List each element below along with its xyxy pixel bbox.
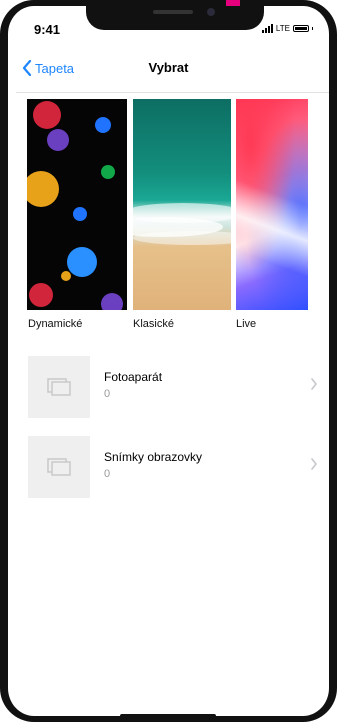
bokeh-dot [101, 293, 123, 310]
battery-nub [312, 27, 313, 30]
album-name: Fotoaparát [104, 370, 163, 384]
wave-foam [133, 231, 231, 245]
bokeh-dot [95, 117, 111, 133]
album-thumbnail [28, 356, 90, 418]
brand-tab [226, 0, 240, 6]
category-label-classic: Klasické [133, 318, 174, 330]
bokeh-dot [47, 129, 69, 151]
bokeh-dot [73, 207, 87, 221]
bokeh-dot [27, 171, 59, 207]
page-title: Vybrat [148, 60, 189, 75]
nav-divider [16, 92, 329, 93]
bokeh-dot [61, 271, 71, 281]
bokeh-dot [33, 101, 61, 129]
signal-icon [261, 24, 273, 33]
bokeh-dot [67, 247, 97, 277]
chevron-right-icon [311, 458, 317, 470]
network-type: LTE [275, 24, 290, 33]
photo-stack-icon [47, 378, 71, 396]
home-indicator[interactable] [120, 714, 216, 718]
chevron-right-icon [311, 378, 317, 390]
battery-icon [293, 25, 309, 32]
navigation-bar: Tapeta Vybrat [0, 58, 337, 82]
category-classic-thumbnail[interactable] [133, 99, 231, 310]
speaker [153, 10, 193, 14]
front-camera [207, 8, 215, 16]
album-row-camera[interactable]: Fotoaparát 0 [28, 356, 318, 418]
album-count: 0 [104, 468, 111, 480]
bokeh-dot [29, 283, 53, 307]
album-name: Snímky obrazovky [104, 450, 203, 464]
bokeh-dot [101, 165, 115, 179]
album-thumbnail [28, 436, 90, 498]
photo-stack-icon [47, 458, 71, 476]
status-indicators: LTE [261, 24, 313, 33]
category-live-thumbnail[interactable] [236, 99, 308, 310]
category-label-live: Live [236, 318, 257, 330]
status-time: 9:41 [34, 22, 61, 37]
album-count: 0 [104, 388, 111, 400]
category-label-dynamic: Dynamické [28, 318, 83, 330]
album-row-screenshots[interactable]: Snímky obrazovky 0 [28, 436, 318, 498]
category-dynamic-thumbnail[interactable] [27, 99, 127, 310]
